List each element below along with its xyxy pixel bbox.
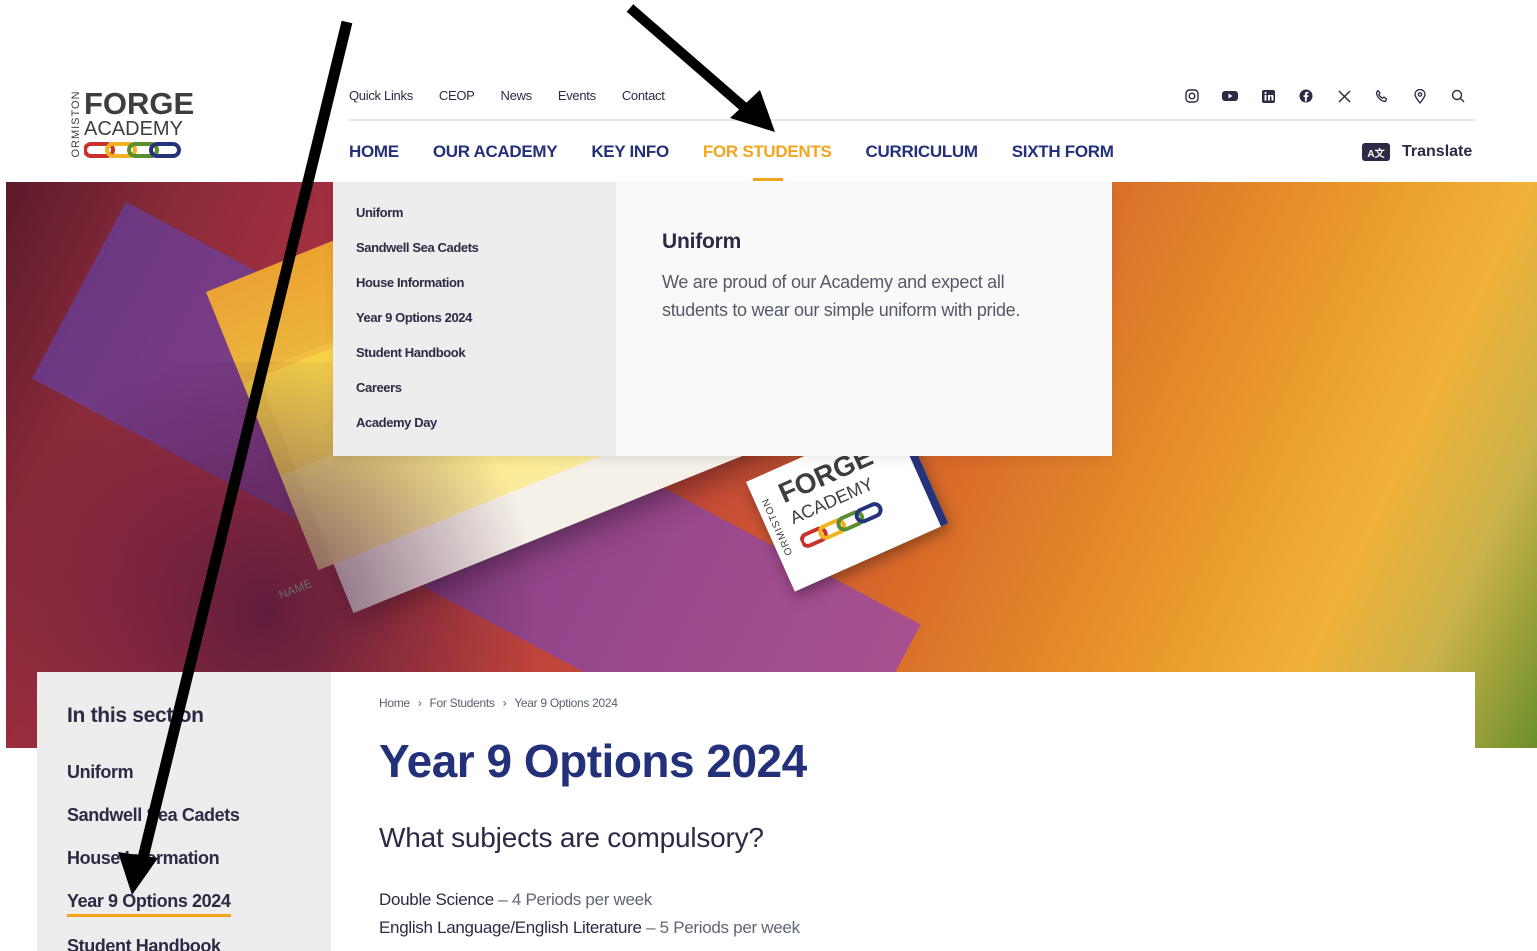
- breadcrumb-current: Year 9 Options 2024: [514, 696, 618, 710]
- sidebar-item-house-information[interactable]: House Information: [67, 848, 220, 869]
- subject-line: English Language/English Literature – 5 …: [379, 918, 800, 938]
- youtube-icon[interactable]: [1220, 86, 1240, 106]
- translate-label: Translate: [1402, 143, 1473, 160]
- breadcrumb-home[interactable]: Home: [379, 696, 410, 710]
- sidebar-heading: In this section: [67, 704, 204, 727]
- for-students-dropdown: Uniform Sandwell Sea Cadets House Inform…: [333, 182, 1112, 456]
- subject-detail: – 4 Periods per week: [493, 890, 652, 909]
- nav-active-indicator: [753, 178, 783, 181]
- sidebar-item-student-handbook[interactable]: Student Handbook: [67, 936, 221, 951]
- subject-name: Double Science: [379, 890, 494, 909]
- news-link[interactable]: News: [501, 88, 533, 103]
- nav-our-academy[interactable]: OUR ACADEMY: [433, 142, 558, 162]
- quick-links-link[interactable]: Quick Links: [349, 88, 413, 103]
- page-title: Year 9 Options 2024: [379, 735, 807, 787]
- dropdown-preview: Uniform We are proud of our Academy and …: [616, 182, 1112, 456]
- main-navigation: HOME OUR ACADEMY KEY INFO FOR STUDENTS C…: [349, 142, 1114, 162]
- utility-links: Quick Links CEOP News Events Contact: [349, 88, 665, 103]
- section-subheading: What subjects are compulsory?: [379, 822, 764, 853]
- header-divider: [349, 119, 1475, 121]
- sidebar-item-sea-cadets[interactable]: Sandwell Sea Cadets: [67, 805, 240, 826]
- chain-logo-icon: [84, 142, 181, 158]
- translate-button[interactable]: A文 Translate: [1362, 143, 1472, 161]
- subject-line: Double Science – 4 Periods per week: [379, 890, 652, 910]
- phone-icon[interactable]: [1372, 86, 1392, 106]
- subject-name: English Language/English Literature: [379, 918, 642, 937]
- instagram-icon[interactable]: [1182, 86, 1202, 106]
- section-sidebar: In this section Uniform Sandwell Sea Cad…: [37, 672, 331, 951]
- breadcrumb-for-students[interactable]: For Students: [430, 696, 495, 710]
- location-icon[interactable]: [1410, 86, 1430, 106]
- dropdown-item-uniform[interactable]: Uniform: [333, 204, 616, 239]
- nav-curriculum[interactable]: CURRICULUM: [866, 142, 979, 162]
- breadcrumb-separator-icon: ›: [502, 696, 507, 710]
- site-header: ORMISTON FORGE ACADEMY Quick Links CEOP …: [6, 58, 1537, 182]
- main-content: Home › For Students › Year 9 Options 202…: [331, 672, 1475, 951]
- linkedin-icon[interactable]: [1258, 86, 1278, 106]
- sidebar-item-uniform[interactable]: Uniform: [67, 762, 134, 783]
- logo-ormiston: ORMISTON: [70, 90, 82, 158]
- social-icons: [1182, 86, 1468, 106]
- sidebar-item-year9-options[interactable]: Year 9 Options 2024: [67, 891, 231, 917]
- dropdown-item-sea-cadets[interactable]: Sandwell Sea Cadets: [333, 239, 616, 274]
- dropdown-item-year9-options[interactable]: Year 9 Options 2024: [333, 309, 616, 344]
- screenshot-margin: [0, 0, 1537, 58]
- contact-link[interactable]: Contact: [622, 88, 665, 103]
- academy-logo[interactable]: ORMISTON FORGE ACADEMY: [68, 86, 198, 163]
- nav-for-students[interactable]: FOR STUDENTS: [703, 142, 832, 162]
- dropdown-item-careers[interactable]: Careers: [333, 379, 616, 414]
- nav-home[interactable]: HOME: [349, 142, 399, 162]
- nav-key-info[interactable]: KEY INFO: [591, 142, 669, 162]
- dropdown-item-house-information[interactable]: House Information: [333, 274, 616, 309]
- facebook-icon[interactable]: [1296, 86, 1316, 106]
- translate-icon: A文: [1362, 143, 1390, 161]
- dropdown-item-student-handbook[interactable]: Student Handbook: [333, 344, 616, 379]
- search-icon[interactable]: [1448, 86, 1468, 106]
- nav-sixth-form[interactable]: SIXTH FORM: [1012, 142, 1114, 162]
- browser-page: ORMISTON FORGE ACADEMY Quick Links CEOP …: [6, 58, 1537, 951]
- dropdown-preview-text: We are proud of our Academy and expect a…: [662, 272, 1021, 320]
- dropdown-item-academy-day[interactable]: Academy Day: [333, 414, 616, 449]
- breadcrumb-separator-icon: ›: [417, 696, 422, 710]
- dropdown-menu-list: Uniform Sandwell Sea Cadets House Inform…: [333, 182, 616, 456]
- events-link[interactable]: Events: [558, 88, 596, 103]
- breadcrumb: Home › For Students › Year 9 Options 202…: [379, 696, 618, 710]
- x-icon[interactable]: [1334, 86, 1354, 106]
- ceop-link[interactable]: CEOP: [439, 88, 475, 103]
- dropdown-preview-title: Uniform: [662, 230, 742, 253]
- logo-forge-text: FORGE: [84, 86, 195, 121]
- subject-detail: – 5 Periods per week: [641, 918, 800, 937]
- logo-academy-text: ACADEMY: [84, 118, 183, 140]
